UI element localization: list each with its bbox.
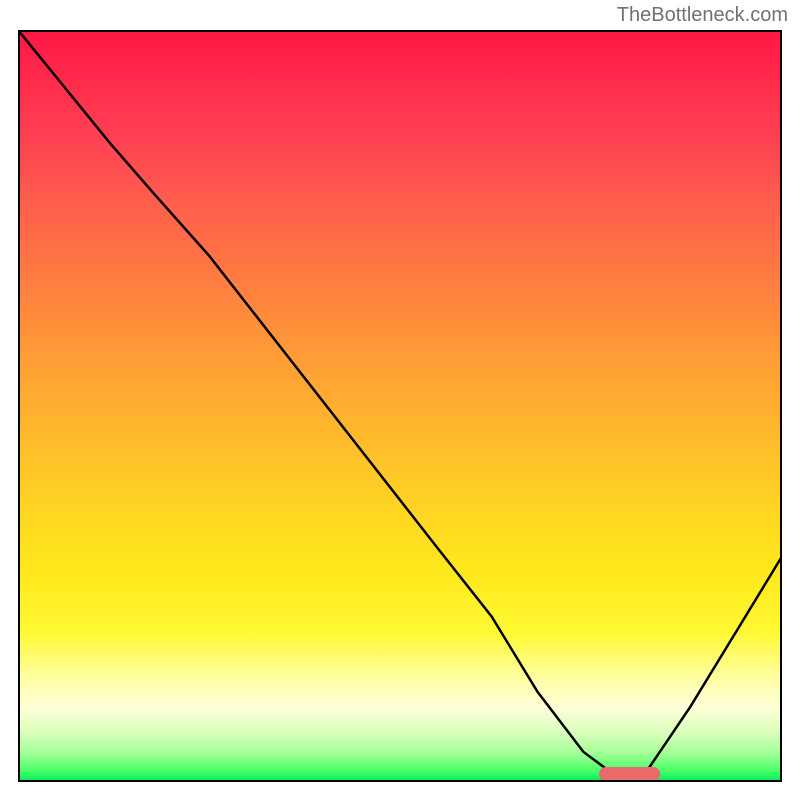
watermark-text: TheBottleneck.com: [617, 4, 788, 27]
curve-svg: [18, 30, 782, 782]
marker-bar: [599, 767, 660, 781]
chart-container: [18, 30, 782, 782]
curve-line: [18, 30, 782, 775]
